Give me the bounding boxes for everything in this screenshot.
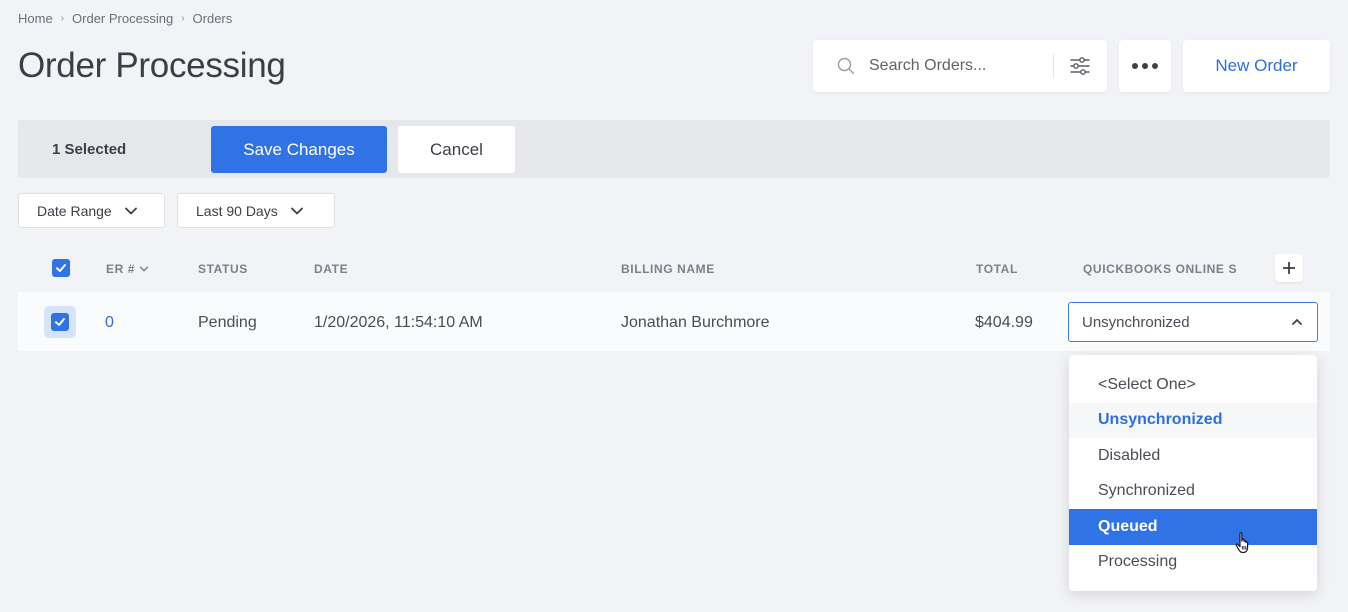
date-range-filter[interactable]: Date Range xyxy=(18,193,165,228)
chevron-down-icon xyxy=(124,207,137,214)
save-changes-button[interactable]: Save Changes xyxy=(211,126,387,173)
filter-sliders-icon[interactable] xyxy=(1069,55,1091,77)
search-box xyxy=(813,40,1107,92)
column-header-order-label: ER # xyxy=(106,262,136,276)
search-icon xyxy=(837,57,855,75)
add-column-button[interactable] xyxy=(1275,254,1303,282)
column-header-order[interactable]: ER # xyxy=(106,262,149,276)
plus-icon xyxy=(1283,262,1295,274)
column-header-quickbooks[interactable]: QUICKBOOKS ONLINE S xyxy=(1083,262,1248,276)
row-checkbox-focus xyxy=(44,306,76,338)
row-checkbox[interactable] xyxy=(51,313,69,331)
chevron-right-icon: › xyxy=(60,13,65,24)
page-title: Order Processing xyxy=(18,46,286,85)
more-icon-dot xyxy=(1152,63,1158,69)
more-options-button[interactable] xyxy=(1119,40,1171,92)
date-cell: 1/20/2026, 11:54:10 AM xyxy=(314,314,483,331)
dropdown-option-processing[interactable]: Processing xyxy=(1069,545,1317,581)
total-cell: $404.99 xyxy=(975,314,1033,331)
quickbooks-status-select[interactable]: Unsynchronized xyxy=(1068,302,1318,342)
selection-bar: 1 Selected Save Changes Cancel xyxy=(18,120,1330,178)
breadcrumb-orders[interactable]: Orders xyxy=(193,11,233,26)
chevron-down-icon xyxy=(290,207,303,214)
dropdown-option-select-one[interactable]: <Select One> xyxy=(1069,367,1317,403)
search-divider xyxy=(1053,54,1054,78)
billing-name-cell: Jonathan Burchmore xyxy=(621,314,770,331)
chevron-right-icon: › xyxy=(181,13,185,24)
new-order-button[interactable]: New Order xyxy=(1183,40,1330,92)
quickbooks-status-dropdown: <Select One> Unsynchronized Disabled Syn… xyxy=(1069,355,1317,591)
selected-count: 1 Selected xyxy=(52,141,127,158)
column-header-billing-name[interactable]: BILLING NAME xyxy=(621,262,715,276)
dropdown-option-unsynchronized[interactable]: Unsynchronized xyxy=(1069,402,1317,438)
search-input[interactable] xyxy=(869,57,1039,75)
breadcrumb-home[interactable]: Home xyxy=(18,11,53,26)
dropdown-option-queued[interactable]: Queued xyxy=(1069,509,1317,545)
hand-pointer-cursor-icon xyxy=(1235,532,1249,554)
date-range-label: Date Range xyxy=(37,202,112,219)
select-all-checkbox[interactable] xyxy=(52,259,70,277)
chevron-down-icon xyxy=(139,266,149,272)
dropdown-option-synchronized[interactable]: Synchronized xyxy=(1069,474,1317,510)
top-actions: New Order xyxy=(813,40,1330,92)
breadcrumb: Home › Order Processing › Orders xyxy=(18,11,232,26)
status-cell: Pending xyxy=(198,314,257,331)
dropdown-option-disabled[interactable]: Disabled xyxy=(1069,438,1317,474)
column-header-status[interactable]: STATUS xyxy=(198,262,248,276)
cancel-button[interactable]: Cancel xyxy=(398,126,515,173)
checkmark-icon xyxy=(55,318,65,326)
period-filter[interactable]: Last 90 Days xyxy=(177,193,335,228)
table-row[interactable]: 0 Pending 1/20/2026, 11:54:10 AM Jonatha… xyxy=(18,292,1330,351)
chevron-up-icon xyxy=(1292,319,1302,325)
period-label: Last 90 Days xyxy=(196,202,278,219)
quickbooks-status-value: Unsynchronized xyxy=(1082,313,1190,331)
column-header-date[interactable]: DATE xyxy=(314,262,348,276)
more-icon-dot xyxy=(1142,63,1148,69)
table-header: ER # STATUS DATE BILLING NAME TOTAL QUIC… xyxy=(18,248,1330,288)
column-header-total[interactable]: TOTAL xyxy=(976,262,1018,276)
breadcrumb-order-processing[interactable]: Order Processing xyxy=(72,11,173,26)
order-number-link[interactable]: 0 xyxy=(105,314,114,332)
checkmark-icon xyxy=(56,264,66,272)
more-icon-dot xyxy=(1132,63,1138,69)
